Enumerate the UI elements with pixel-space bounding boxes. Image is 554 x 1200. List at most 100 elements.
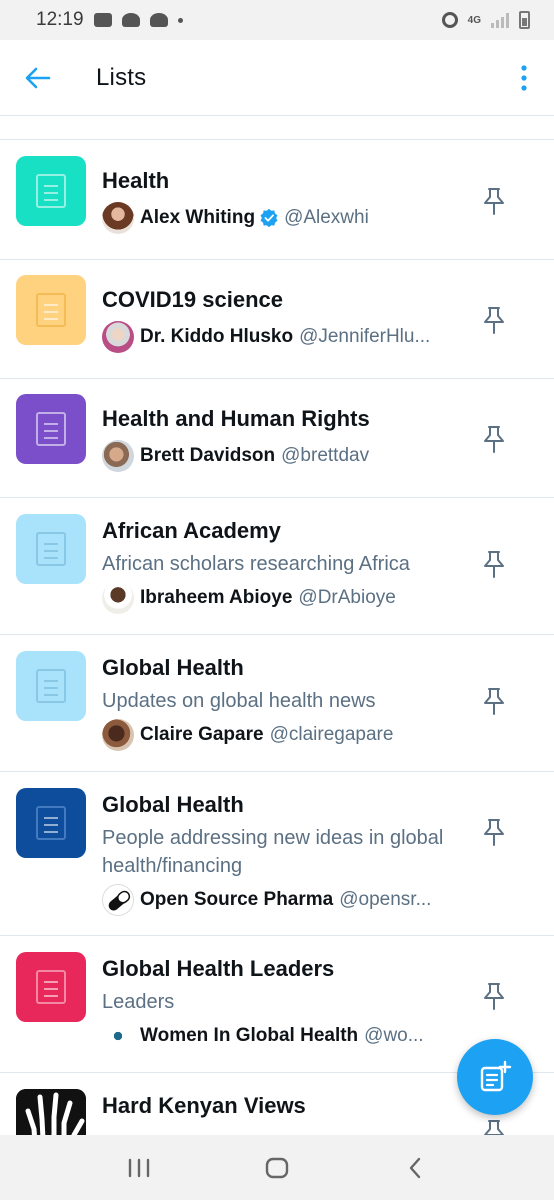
battery-icon [519, 11, 530, 29]
owner-handle: @clairegapare [269, 724, 394, 745]
chevron-left-icon [409, 1157, 421, 1178]
pin-button[interactable] [478, 683, 510, 719]
avatar [102, 1020, 134, 1052]
list-document-icon [36, 669, 66, 703]
capsule-logo-icon [108, 890, 131, 911]
pin-icon [484, 688, 504, 715]
owner-name: Claire Gapare [140, 724, 264, 745]
system-nav-bar [0, 1135, 554, 1200]
pin-button[interactable] [478, 302, 510, 338]
list-name: African Academy [102, 518, 281, 543]
owner-name: Open Source Pharma [140, 889, 334, 910]
owner-handle: @Alexwhi [284, 207, 369, 228]
list-item[interactable]: Health Alex Whiting @Alexwhi [0, 141, 554, 260]
recent-apps-button[interactable] [109, 1143, 169, 1193]
list-thumbnail [16, 514, 86, 584]
owner-handle: @DrAbioye [298, 587, 396, 608]
reddit-icon [149, 13, 168, 27]
list-owner: Ibraheem Abioye @DrAbioye [102, 582, 464, 614]
list-name: Health and Human Rights [102, 406, 370, 431]
list-item[interactable]: Global Health Updates on global health n… [0, 635, 554, 772]
avatar [102, 321, 134, 353]
list-name: Health [102, 168, 170, 193]
list-description: People addressing new ideas in global he… [102, 827, 444, 877]
owner-name: Brett Davidson [140, 445, 276, 466]
pin-icon [484, 188, 504, 215]
owner-handle: @JenniferHlu... [299, 326, 431, 347]
avatar [102, 884, 134, 916]
list-document-icon [36, 806, 66, 840]
page-title: Lists [96, 63, 147, 91]
list-thumbnail [16, 788, 86, 858]
pin-icon [484, 551, 504, 578]
owner-name: Dr. Kiddo Hlusko [140, 326, 294, 347]
notification-icon [93, 13, 112, 27]
list-name: Global Health [102, 655, 244, 680]
new-list-button[interactable] [457, 1039, 533, 1115]
owner-handle: @wo... [364, 1025, 424, 1046]
back-nav-button[interactable] [385, 1143, 445, 1193]
list-thumbnail [16, 952, 86, 1022]
list-owner: Brett Davidson @brettdav [102, 440, 464, 472]
list-document-icon [36, 532, 66, 566]
more-vertical-icon [521, 64, 527, 91]
list-description: Updates on global health news [102, 690, 376, 712]
list-name: COVID19 science [102, 287, 283, 312]
list-thumbnail [16, 275, 86, 345]
list-description: Leaders [102, 991, 175, 1013]
pin-button[interactable] [478, 546, 510, 582]
back-button[interactable] [0, 40, 76, 116]
partial-row-content [38, 116, 128, 118]
owner-name: Alex Whiting [140, 207, 256, 228]
arrow-left-icon [25, 67, 51, 88]
list-owner: Claire Gapare @clairegapare [102, 719, 464, 751]
list-name: Global Health Leaders [102, 956, 335, 981]
list-name: Global Health [102, 792, 244, 817]
list-thumbnail [16, 156, 86, 226]
list-owner: Dr. Kiddo Hlusko @JenniferHlu... [102, 321, 464, 353]
list-document-icon [36, 293, 66, 327]
pin-icon [484, 983, 504, 1010]
home-icon [265, 1157, 289, 1178]
list-description: African scholars researching Africa [102, 553, 410, 575]
pin-icon [484, 307, 504, 334]
list-document-icon [36, 412, 66, 446]
list-item[interactable]: COVID19 science Dr. Kiddo Hlusko @Jennif… [0, 260, 554, 379]
home-button[interactable] [247, 1143, 307, 1193]
owner-handle: @opensr... [339, 889, 432, 910]
signal-icon [491, 12, 509, 28]
list-item-partial[interactable] [0, 116, 554, 140]
recent-apps-icon [128, 1158, 150, 1177]
pin-button[interactable] [478, 183, 510, 219]
pin-button[interactable] [478, 421, 510, 457]
avatar [102, 202, 134, 234]
avatar [102, 719, 134, 751]
avatar [102, 440, 134, 472]
status-time: 12:19 [36, 9, 84, 30]
list-item[interactable]: Health and Human Rights Brett Davidson @… [0, 379, 554, 498]
new-list-icon [480, 1060, 512, 1092]
owner-name: Women In Global Health [140, 1025, 359, 1046]
list-thumbnail [16, 651, 86, 721]
alarm-icon [441, 12, 458, 28]
app-header: Lists [0, 40, 554, 116]
list-thumbnail [16, 394, 86, 464]
more-options-button[interactable] [494, 40, 554, 116]
more-notifications-icon [177, 17, 183, 23]
avatar [102, 582, 134, 614]
pin-button[interactable] [478, 814, 510, 850]
list-owner: Women In Global Health @wo... [102, 1020, 464, 1052]
list-owner: Alex Whiting @Alexwhi [102, 202, 464, 234]
owner-handle: @brettdav [281, 445, 370, 466]
list-document-icon [36, 970, 66, 1004]
list-item[interactable]: African Academy African scholars researc… [0, 498, 554, 635]
network-type: 4G [467, 14, 481, 26]
reddit-icon [121, 13, 140, 27]
list-name: Hard Kenyan Views [102, 1093, 306, 1118]
pin-icon [484, 819, 504, 846]
list-item[interactable]: Global Health People addressing new idea… [0, 772, 554, 936]
pin-icon [484, 426, 504, 453]
lists-container: Health Alex Whiting @Alexwhi COVID19 sci… [0, 141, 554, 1143]
owner-name: Ibraheem Abioye [140, 587, 293, 608]
pin-button[interactable] [478, 978, 510, 1014]
